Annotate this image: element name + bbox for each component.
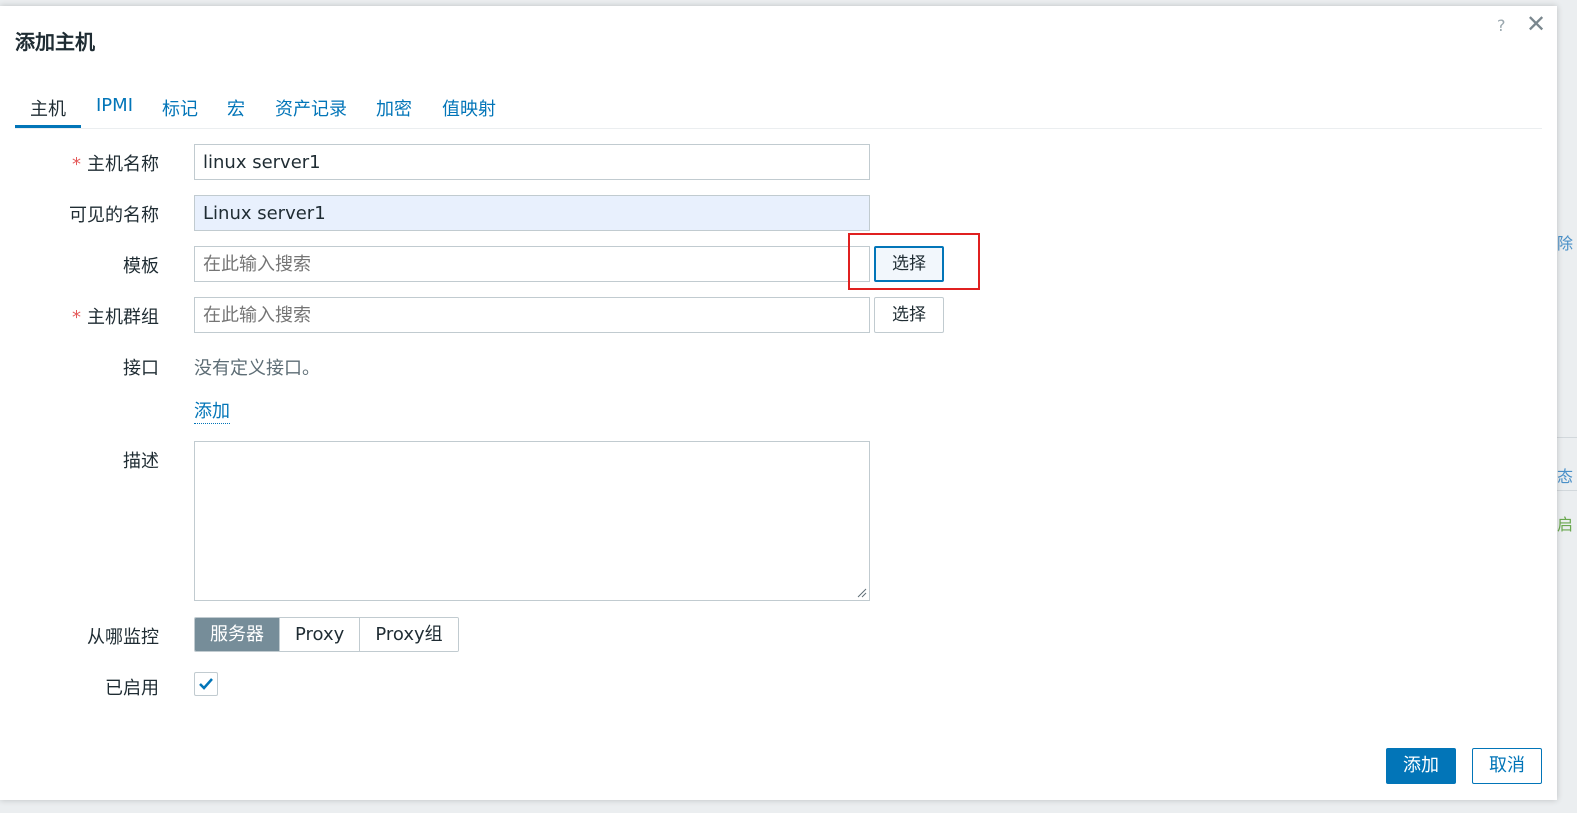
enabled-label: 已启用 [105, 678, 159, 699]
monitored-by-proxy-group-option[interactable]: Proxy组 [360, 618, 458, 651]
interfaces-empty-text: 没有定义接口。 [194, 358, 320, 379]
visible-name-label: 可见的名称 [69, 205, 159, 226]
backdrop-text-fragment: 启 [1557, 515, 1574, 534]
host-name-label: * 主机名称 [72, 154, 159, 175]
resize-grip-icon[interactable] [857, 588, 867, 598]
monitored-by-server-option[interactable]: 服务器 [195, 618, 280, 651]
host-groups-search-input[interactable] [194, 297, 870, 333]
active-tab-indicator [15, 125, 81, 128]
monitored-by-label: 从哪监控 [87, 627, 159, 648]
help-icon[interactable]: ? [1497, 16, 1506, 35]
checkmark-icon [199, 678, 213, 690]
tab-encryption[interactable]: 加密 [376, 95, 412, 121]
host-groups-select-button[interactable]: 选择 [874, 297, 944, 333]
templates-label: 模板 [123, 256, 159, 277]
backdrop-text-fragment: 态 [1557, 467, 1574, 486]
close-icon[interactable]: ✕ [1526, 12, 1546, 36]
tab-host[interactable]: 主机 [30, 95, 66, 121]
required-mark: * [72, 154, 81, 175]
enabled-checkbox[interactable] [194, 672, 218, 696]
tab-bar: 主机 IPMI 标记 宏 资产记录 加密 值映射 [15, 90, 1542, 129]
tab-ipmi[interactable]: IPMI [96, 95, 133, 116]
host-groups-label: * 主机群组 [72, 307, 159, 328]
add-button[interactable]: 添加 [1386, 748, 1456, 784]
cancel-button[interactable]: 取消 [1472, 748, 1542, 784]
dialog-title: 添加主机 [15, 30, 95, 54]
add-interface-link[interactable]: 添加 [194, 397, 230, 424]
required-mark: * [72, 307, 81, 328]
tab-inventory[interactable]: 资产记录 [275, 95, 347, 121]
tab-tags[interactable]: 标记 [162, 95, 198, 121]
highlight-annotation-box [848, 233, 980, 290]
interfaces-label: 接口 [123, 358, 159, 379]
description-label: 描述 [123, 451, 159, 472]
tab-macros[interactable]: 宏 [227, 95, 245, 121]
backdrop-divider [1557, 490, 1577, 491]
backdrop-divider [1557, 437, 1577, 438]
host-name-input[interactable] [194, 144, 870, 180]
visible-name-input[interactable] [194, 195, 870, 231]
tab-value-mapping[interactable]: 值映射 [442, 95, 496, 121]
add-host-dialog: 添加主机 ? ✕ 主机 IPMI 标记 宏 资产记录 加密 值映射 * 主机名称 … [0, 6, 1557, 800]
monitored-by-proxy-option[interactable]: Proxy [280, 618, 361, 651]
backdrop-text-fragment: 除 [1557, 234, 1574, 253]
description-textarea[interactable] [194, 441, 870, 601]
monitored-by-segmented-control: 服务器 Proxy Proxy组 [194, 617, 459, 652]
templates-search-input[interactable] [194, 246, 870, 282]
